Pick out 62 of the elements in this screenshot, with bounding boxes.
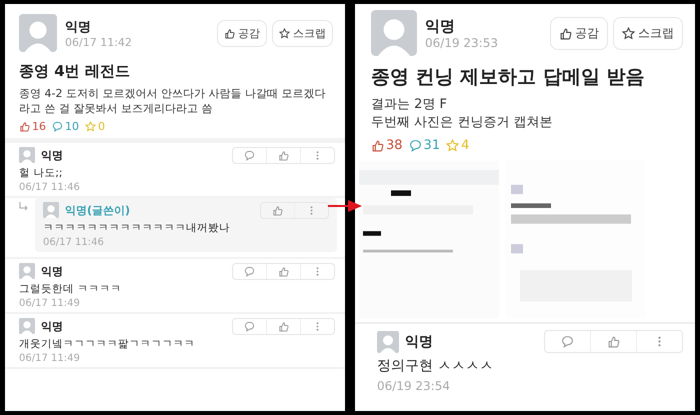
comment-count: 10 <box>65 120 79 133</box>
post-body: 결과는 2명 F <box>371 96 448 114</box>
comment-time: 06/17 11:49 <box>19 352 81 364</box>
comment-time: 06/17 11:46 <box>43 236 105 248</box>
avatar-icon <box>371 10 417 56</box>
like-count: 16 <box>32 120 46 133</box>
like-button[interactable]: 공감 <box>217 20 267 46</box>
author-name: 익명 <box>425 16 456 36</box>
reply-arrow-icon <box>19 202 29 212</box>
post-time: 06/19 23:53 <box>425 36 499 50</box>
comment-text: 개웃기넼ㅋㄱㄱㅋㅋ팙ㄱㅋㄱㄱㅋㅋ <box>19 336 196 351</box>
comment-time: 06/17 11:46 <box>19 182 81 193</box>
post-body: 두번째 사진은 컨닝증거 캡쳐본 <box>371 114 554 132</box>
scrap-button[interactable]: 스크랩 <box>272 20 333 46</box>
comment-text: 정의구현 ㅅㅅㅅㅅ <box>377 357 494 376</box>
thumbs-up-icon <box>224 28 235 38</box>
star-icon <box>279 28 290 38</box>
post-title: 종영 4번 레전드 <box>19 62 131 81</box>
like-button[interactable]: 공감 <box>550 16 608 50</box>
post-time: 06/17 11:42 <box>65 36 133 48</box>
star-icon <box>85 120 96 132</box>
comment-text: 그럴듯한데 ㅋㅋㅋㅋ <box>19 282 122 296</box>
speech-bubble-icon <box>52 120 63 132</box>
comment-text: ㅋㅋㅋㅋㅋㅋㅋㅋㅋㅋㅋㅋㅋ내꺼봤나 <box>43 220 231 235</box>
arrow-icon <box>328 198 362 214</box>
author-name: 익명 <box>65 18 92 36</box>
scrap-count: 0 <box>98 120 105 133</box>
like-count: 38 <box>386 138 403 154</box>
post-title: 종영 컨닝 제보하고 답메일 받음 <box>371 65 646 90</box>
comment-text: 헐 나도;; <box>19 166 64 180</box>
post-body: 종영 4-2 도저히 모르겠어서 안쓰다가 사람들 나갈때 모르겠다 라고 쓴 걸 잘못봐서 보즈게리다라고 씀 <box>19 86 326 117</box>
avatar-icon <box>43 202 59 218</box>
scrap-button[interactable]: 스크랩 <box>613 16 683 50</box>
thumbs-up-icon <box>272 204 283 216</box>
thumbs-up-icon <box>607 335 620 348</box>
thumbs-up-icon <box>278 150 289 161</box>
speech-bubble-icon <box>244 266 255 277</box>
avatar-icon <box>377 330 399 353</box>
comment-author: 익명 <box>41 318 64 334</box>
speech-bubble-icon <box>561 335 574 348</box>
avatar-icon <box>19 14 57 52</box>
thumbs-up-icon <box>278 266 289 277</box>
speech-bubble-icon <box>244 320 255 332</box>
comment-author: 익명 <box>405 332 434 351</box>
scrap-count: 4 <box>461 138 470 154</box>
comment-time: 06/19 23:54 <box>377 379 451 394</box>
star-icon <box>622 26 635 40</box>
thumbs-up-icon <box>19 120 30 132</box>
thumbs-up-icon <box>559 26 572 40</box>
speech-bubble-icon <box>408 139 422 152</box>
comment-author: 익명 <box>41 264 64 279</box>
speech-bubble-icon <box>244 150 255 161</box>
thumbs-up-icon <box>278 320 289 332</box>
avatar-icon <box>19 147 35 164</box>
thumbs-up-icon <box>371 139 384 152</box>
comment-author: 익명(글쓴이) <box>65 202 132 218</box>
comment-count: 31 <box>424 138 440 154</box>
comment-author: 익명 <box>41 148 64 163</box>
avatar-icon <box>19 263 35 280</box>
comment-time: 06/17 11:49 <box>19 298 81 309</box>
avatar-icon <box>19 318 35 334</box>
star-icon <box>446 139 460 152</box>
